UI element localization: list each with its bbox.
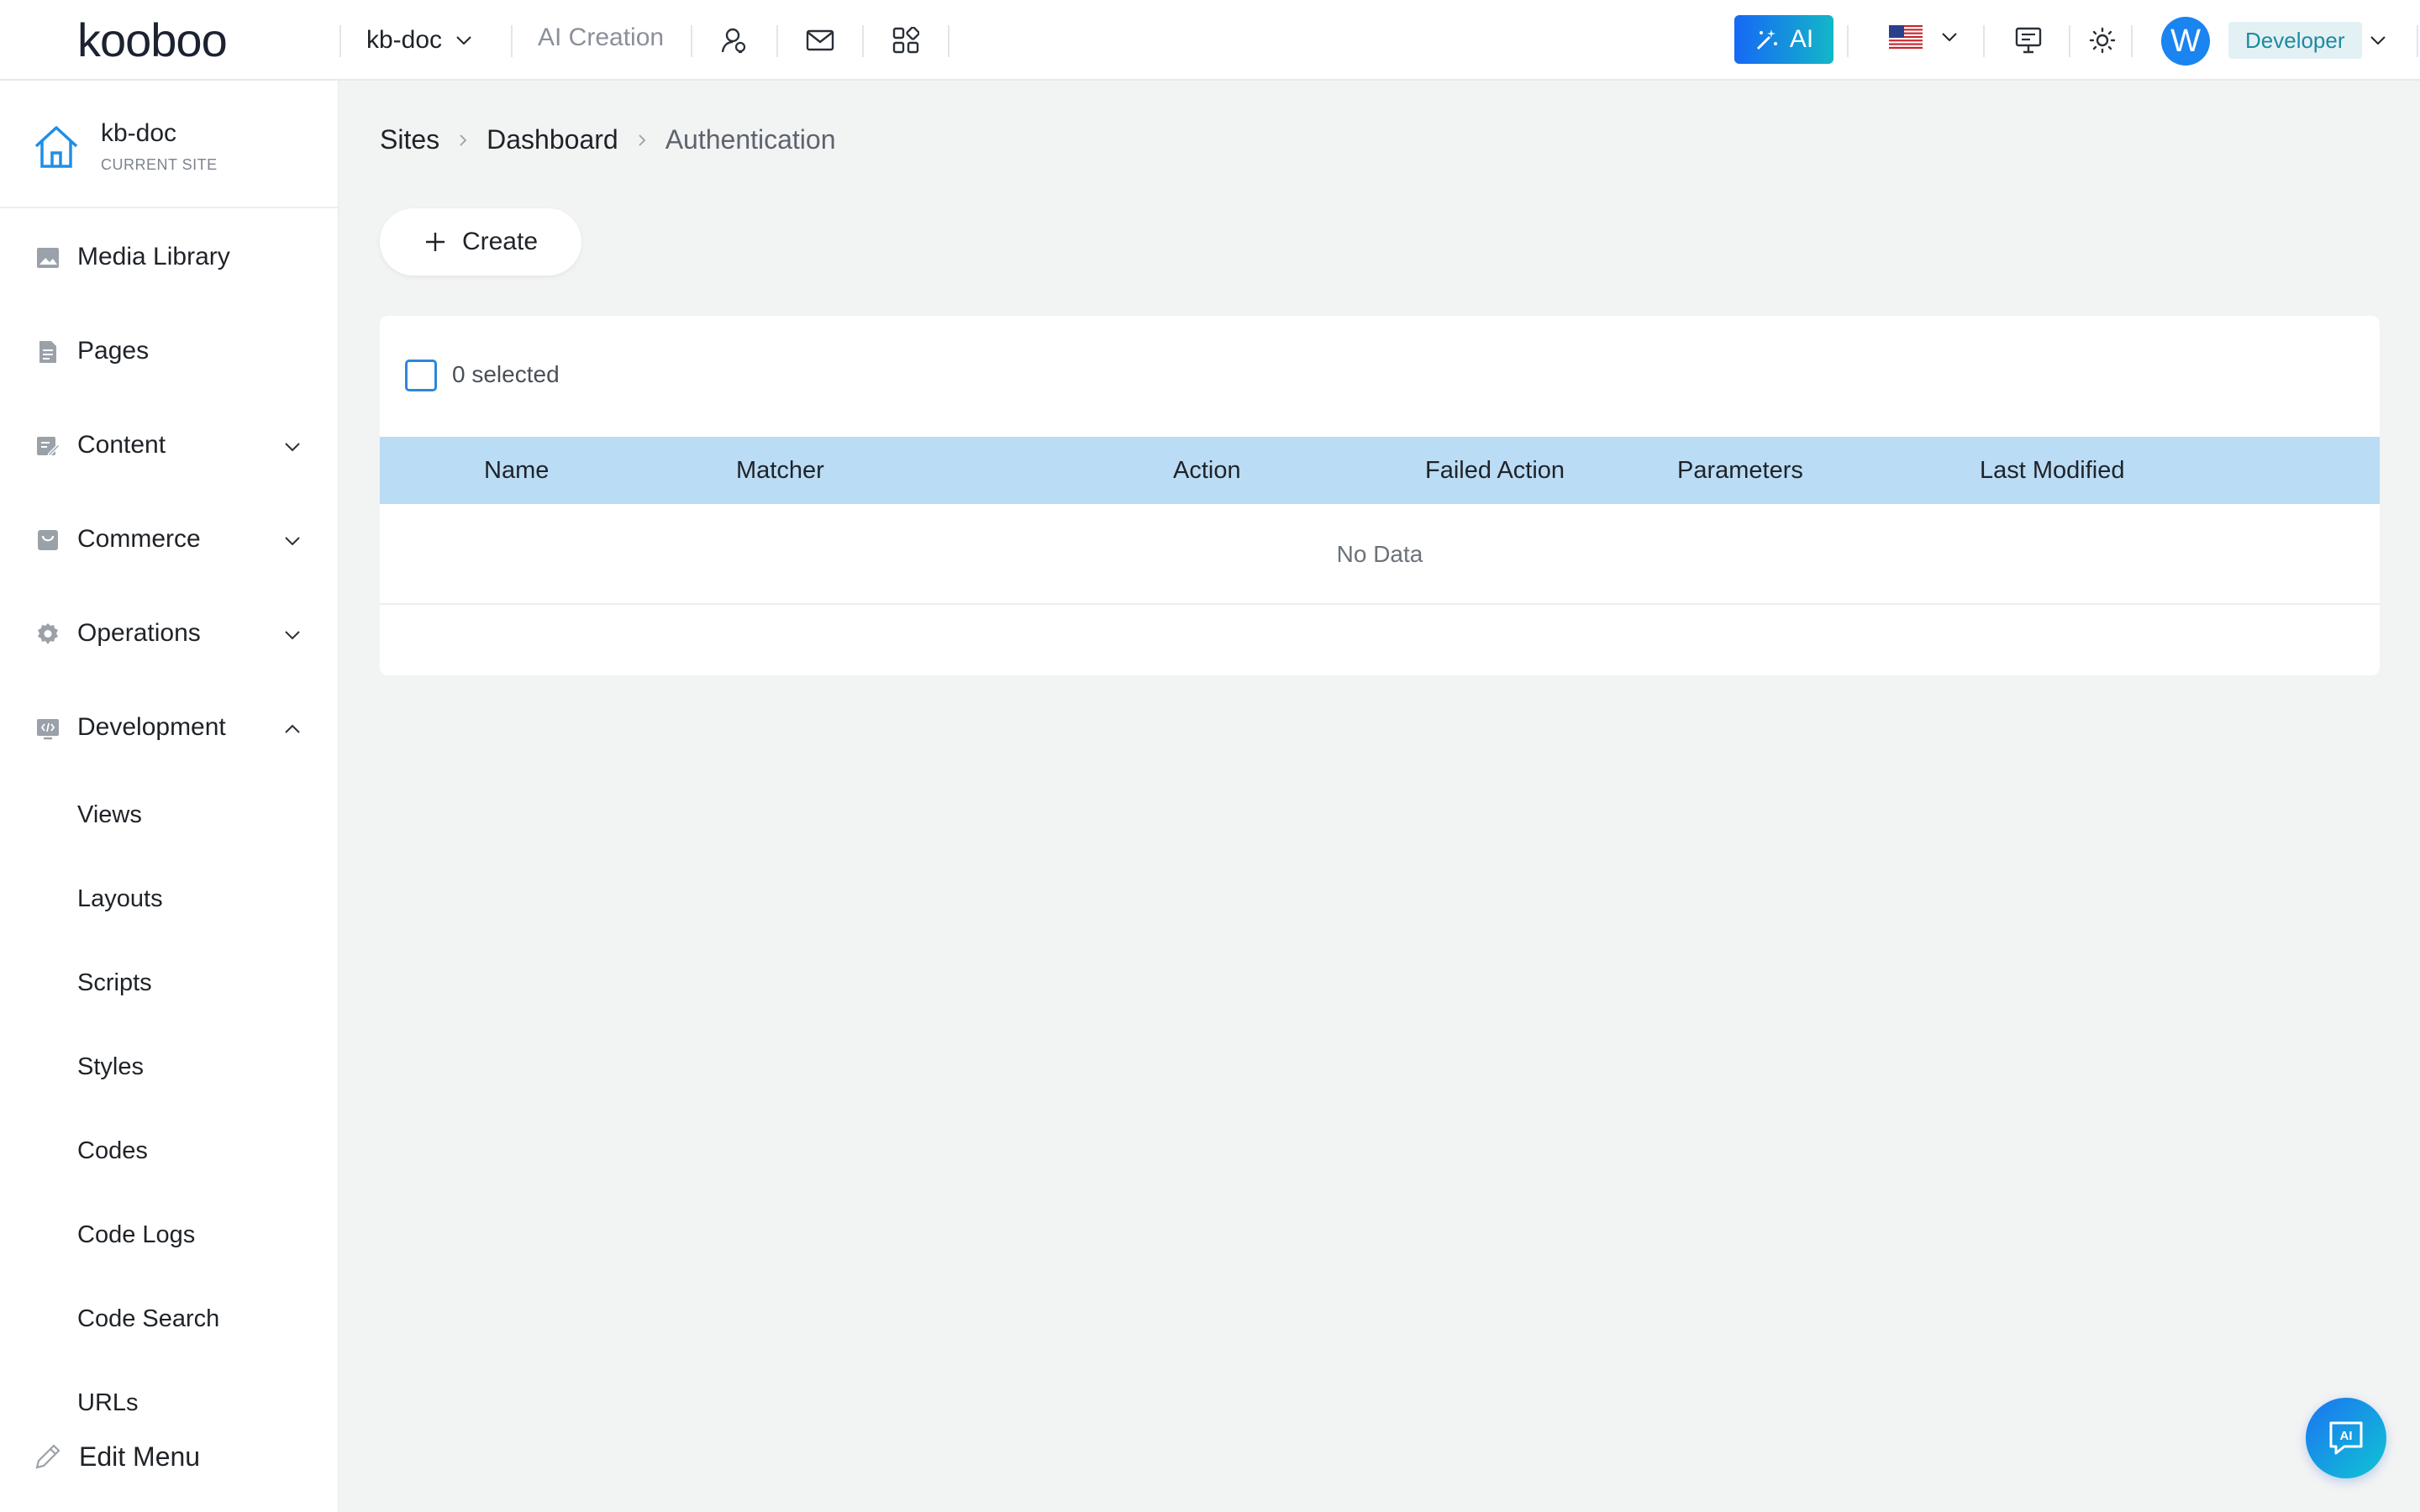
- sidebar-item-content[interactable]: Content: [0, 412, 338, 479]
- chevron-right-icon: [639, 134, 645, 146]
- divider: [862, 25, 864, 57]
- apps-grid-icon[interactable]: [889, 24, 923, 57]
- sidebar-item-development[interactable]: Development: [0, 694, 338, 761]
- sidebar-item-media-library[interactable]: Media Library: [0, 223, 338, 291]
- divider: [1847, 25, 1849, 57]
- chevron-down-icon: [285, 631, 300, 640]
- divider: [339, 25, 341, 57]
- sidebar-item-commerce[interactable]: Commerce: [0, 506, 338, 573]
- column-header-last-modified[interactable]: Last Modified: [1980, 457, 2125, 485]
- breadcrumb-dashboard[interactable]: Dashboard: [487, 124, 618, 155]
- divider: [776, 25, 778, 57]
- divider: [691, 25, 692, 57]
- edit-note-icon: [37, 437, 60, 458]
- us-flag-icon: [1889, 25, 1923, 49]
- sidebar-subitem-layouts[interactable]: Layouts: [77, 885, 163, 913]
- ai-button-label: AI: [1789, 25, 1814, 53]
- code-window-icon: [37, 719, 59, 740]
- chevron-down-icon[interactable]: [2368, 30, 2388, 50]
- breadcrumb-sites[interactable]: Sites: [380, 124, 439, 155]
- document-icon: [39, 341, 56, 363]
- column-header-failed-action[interactable]: Failed Action: [1425, 457, 1565, 485]
- sidebar-subitem-styles[interactable]: Styles: [77, 1053, 144, 1081]
- divider: [1983, 25, 1985, 57]
- edit-menu-label: Edit Menu: [79, 1441, 201, 1472]
- create-button-label: Create: [461, 228, 539, 255]
- site-switcher[interactable]: kb-doc: [366, 22, 474, 59]
- selected-count: 0 selected: [452, 361, 560, 387]
- sidebar-item-label: Development: [77, 713, 226, 741]
- kooboo-logo[interactable]: kooboo: [77, 17, 228, 64]
- avatar[interactable]: W: [2161, 17, 2210, 66]
- current-site[interactable]: kb-doc CURRENT SITE: [0, 81, 338, 208]
- ai-creation-link[interactable]: AI Creation: [538, 24, 664, 52]
- sidebar-item-operations[interactable]: Operations: [0, 600, 338, 667]
- divider: [2069, 25, 2070, 57]
- bag-icon: [38, 530, 58, 550]
- sidebar-item-pages[interactable]: Pages: [0, 318, 338, 385]
- logo-text: kooboo: [77, 13, 228, 66]
- pencil-icon: [35, 1443, 60, 1469]
- divider: [2417, 25, 2418, 57]
- select-all-checkbox[interactable]: [405, 360, 437, 391]
- current-site-name: kb-doc: [101, 119, 177, 147]
- column-header-name[interactable]: Name: [484, 457, 549, 485]
- sidebar-item-label: Pages: [77, 337, 150, 365]
- sidebar-subitem-code-logs[interactable]: Code Logs: [77, 1221, 195, 1249]
- gear-icon: [38, 623, 58, 644]
- divider: [2131, 25, 2133, 57]
- edit-menu-button[interactable]: Edit Menu: [32, 1441, 200, 1473]
- column-header-matcher[interactable]: Matcher: [736, 457, 824, 485]
- empty-state-row: No Data: [380, 504, 2380, 605]
- user-access-icon[interactable]: [718, 24, 751, 57]
- create-button[interactable]: Create: [380, 208, 581, 276]
- sidebar-item-label: Operations: [77, 619, 201, 647]
- home-icon: [34, 126, 78, 168]
- sidebar-subitem-views[interactable]: Views: [77, 801, 142, 829]
- column-header-action[interactable]: Action: [1173, 457, 1241, 485]
- sidebar-subitem-code-search[interactable]: Code Search: [77, 1305, 219, 1333]
- site-switcher-label: kb-doc: [366, 26, 443, 54]
- authentication-table-card: 0 selected Name Matcher Action Failed Ac…: [380, 316, 2380, 675]
- chat-bubble-icon: AI: [2329, 1421, 2363, 1455]
- sidebar-subitem-scripts[interactable]: Scripts: [77, 969, 152, 997]
- presentation-icon[interactable]: [2012, 24, 2045, 57]
- sidebar-item-label: Content: [77, 431, 166, 459]
- ai-button[interactable]: AI: [1734, 15, 1833, 64]
- chevron-down-icon: [285, 443, 300, 452]
- sidebar: kb-doc CURRENT SITE Media Library Pages …: [0, 81, 339, 1512]
- empty-state-text: No Data: [1336, 541, 1423, 567]
- current-site-subtitle: CURRENT SITE: [101, 156, 218, 173]
- top-bar: kooboo kb-doc AI Creation AI W Developer: [0, 0, 2420, 81]
- mail-icon[interactable]: [803, 24, 837, 57]
- image-icon: [37, 248, 59, 268]
- breadcrumb: Sites Dashboard Authentication: [380, 124, 836, 155]
- ai-chat-button[interactable]: AI: [2306, 1398, 2386, 1478]
- column-header-parameters[interactable]: Parameters: [1677, 457, 1803, 485]
- table-header: Name Matcher Action Failed Action Parame…: [380, 437, 2380, 504]
- plus-icon: [425, 233, 445, 251]
- chevron-up-icon: [285, 724, 300, 733]
- sidebar-subitem-codes[interactable]: Codes: [77, 1137, 148, 1165]
- sidebar-item-label: Commerce: [77, 525, 201, 553]
- sidebar-subitem-urls[interactable]: URLs: [77, 1389, 139, 1417]
- theme-sun-icon[interactable]: [2086, 24, 2119, 57]
- chevron-right-icon: [460, 134, 467, 146]
- breadcrumb-authentication: Authentication: [665, 124, 836, 155]
- sidebar-item-label: Media Library: [77, 243, 230, 270]
- divider: [511, 25, 513, 57]
- chevron-down-icon: [285, 537, 300, 546]
- magic-wand-icon: [1756, 29, 1777, 50]
- chat-fab-label: AI: [2340, 1429, 2353, 1443]
- language-selector[interactable]: [1889, 25, 1960, 49]
- role-badge[interactable]: Developer: [2228, 22, 2362, 59]
- divider: [948, 25, 950, 57]
- chevron-down-icon: [1942, 33, 1957, 42]
- chevron-down-icon: [456, 36, 471, 45]
